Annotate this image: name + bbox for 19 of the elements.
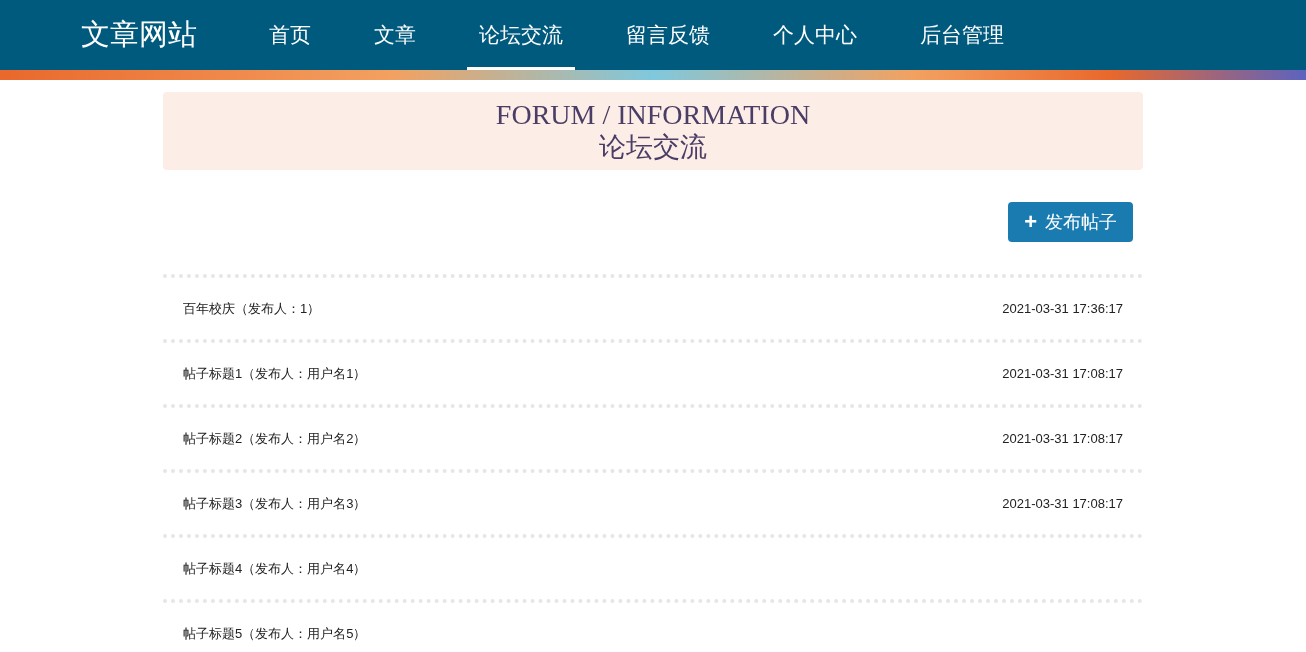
publish-post-button[interactable]: + 发布帖子 — [1008, 202, 1133, 242]
post-title-link[interactable]: 帖子标题3（发布人：用户名3） — [183, 494, 367, 513]
banner-title: FORUM / INFORMATION — [495, 99, 811, 131]
site-title: 文章网站 — [81, 17, 197, 52]
nav-link[interactable]: 首页 — [257, 0, 323, 70]
post-title-link[interactable]: 帖子标题2（发布人：用户名2） — [183, 429, 367, 448]
nav-link[interactable]: 个人中心 — [761, 0, 869, 70]
banner-subtitle: 论坛交流 — [599, 131, 707, 163]
post-time: 2021-03-31 17:08:17 — [1002, 431, 1123, 446]
post-time: 2021-03-31 17:08:17 — [1002, 496, 1123, 511]
post-title-link[interactable]: 帖子标题5（发布人：用户名5） — [183, 624, 367, 643]
post-time: 2021-03-31 17:08:17 — [1002, 366, 1123, 381]
nav-link[interactable]: 后台管理 — [908, 0, 1016, 70]
post-time: 2021-03-31 17:36:17 — [1002, 301, 1123, 316]
nav-link[interactable]: 文章 — [362, 0, 428, 70]
post-title-link[interactable]: 帖子标题1（发布人：用户名1） — [183, 364, 367, 383]
post-title-link[interactable]: 帖子标题4（发布人：用户名4） — [183, 559, 367, 578]
post-title-link[interactable]: 百年校庆（发布人：1） — [183, 299, 321, 318]
nav-link[interactable]: 留言反馈 — [614, 0, 722, 70]
